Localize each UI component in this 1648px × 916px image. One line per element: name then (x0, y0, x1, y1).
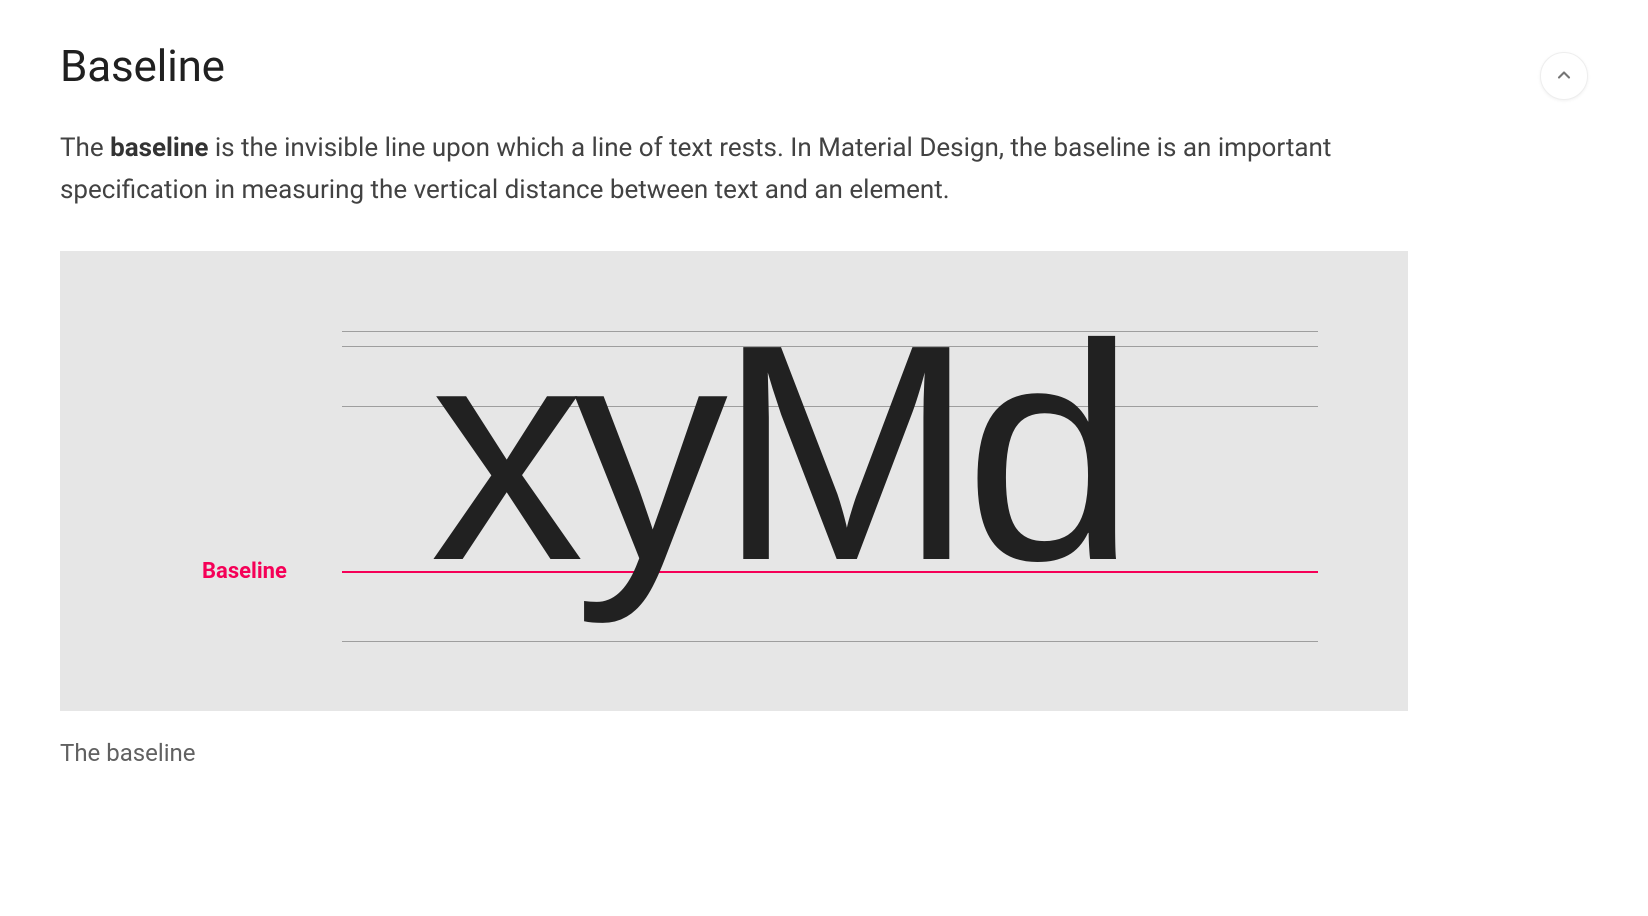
baseline-label: Baseline (202, 559, 287, 584)
figure-caption: The baseline (60, 739, 1588, 767)
section-heading: Baseline (60, 40, 1588, 92)
baseline-figure: Baseline xyMd (60, 251, 1408, 711)
paragraph-rest: is the invisible line upon which a line … (60, 133, 1331, 205)
paragraph-bold-term: baseline (110, 133, 208, 163)
guide-line (342, 641, 1318, 642)
paragraph-prefix: The (60, 133, 110, 163)
collapse-section-button[interactable] (1540, 52, 1588, 100)
intro-paragraph: The baseline is the invisible line upon … (60, 128, 1400, 211)
sample-letters: xyMd (430, 299, 1126, 607)
chevron-up-icon (1554, 65, 1574, 88)
